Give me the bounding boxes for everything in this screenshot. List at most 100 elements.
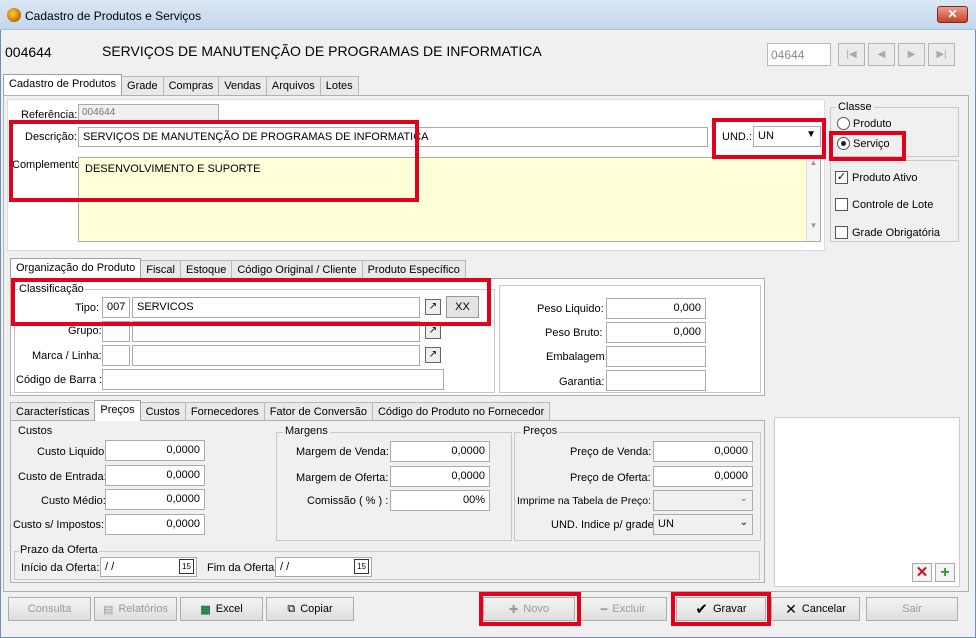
referencia-field[interactable]: 004644 bbox=[78, 104, 219, 121]
excel-button[interactable]: ▦ Excel bbox=[180, 597, 263, 621]
garantia-field[interactable] bbox=[606, 370, 706, 391]
check-icon: ✓ bbox=[835, 171, 848, 184]
tab-fiscal[interactable]: Fiscal bbox=[140, 260, 181, 279]
comissao-field[interactable]: 00% bbox=[390, 490, 490, 511]
produto-ativo-checkbox[interactable]: ✓ Produto Ativo bbox=[835, 171, 917, 184]
highlight-tipo bbox=[11, 278, 491, 326]
excel-icon: ▦ bbox=[200, 603, 211, 616]
relatorios-button[interactable]: ▤ Relatórios bbox=[94, 597, 177, 621]
product-name: SERVIÇOS DE MANUTENÇÃO DE PROGRAMAS DE I… bbox=[102, 43, 542, 59]
produto-radio-label: Produto bbox=[853, 117, 892, 130]
und-indice-label: UND. Indice p/ grade: bbox=[551, 519, 657, 531]
grade-obrigatoria-checkbox[interactable]: Grade Obrigatória bbox=[835, 226, 940, 239]
tab-arquivos[interactable]: Arquivos bbox=[265, 76, 321, 95]
produto-radio-icon bbox=[837, 117, 850, 130]
codigo-barra-label: Código de Barra : bbox=[16, 374, 103, 386]
tab-produto-especifico[interactable]: Produto Específico bbox=[361, 260, 466, 279]
margem-oferta-field[interactable]: 0,0000 bbox=[390, 466, 490, 487]
main-tabs: Cadastro de Produtos Grade Compras Venda… bbox=[3, 74, 359, 95]
product-code: 004644 bbox=[5, 44, 52, 60]
last-record-icon[interactable]: ▶| bbox=[928, 43, 955, 66]
peso-liquido-label: Peso Liquido: bbox=[537, 303, 604, 315]
checkbox-icon bbox=[835, 226, 848, 239]
custo-liquido-field[interactable]: 0,0000 bbox=[105, 440, 205, 461]
tab-custos[interactable]: Custos bbox=[139, 402, 186, 421]
highlight-und bbox=[712, 118, 826, 159]
excluir-button[interactable]: ━ Excluir bbox=[579, 597, 667, 621]
preco-oferta-label: Preço de Oferta: bbox=[570, 472, 651, 484]
highlight-gravar bbox=[671, 592, 771, 626]
inicio-oferta-label: Início da Oferta: bbox=[21, 562, 100, 574]
remove-icon[interactable]: ✕ bbox=[912, 563, 932, 582]
tab-vendas[interactable]: Vendas bbox=[218, 76, 267, 95]
tab-estoque[interactable]: Estoque bbox=[179, 260, 233, 279]
classe-title: Classe bbox=[836, 101, 874, 113]
tab-grade[interactable]: Grade bbox=[121, 76, 164, 95]
und-indice-value: UN bbox=[658, 518, 674, 530]
tab-fator-conversao[interactable]: Fator de Conversão bbox=[263, 402, 373, 421]
preco-venda-field[interactable]: 0,0000 bbox=[653, 441, 753, 462]
calendar-icon[interactable]: 15 bbox=[354, 559, 369, 574]
tab-lotes[interactable]: Lotes bbox=[319, 76, 359, 95]
custo-impostos-field[interactable]: 0,0000 bbox=[105, 514, 205, 535]
copiar-button[interactable]: ⧉ Copiar bbox=[266, 597, 354, 621]
embalagem-label: Embalagem: bbox=[546, 351, 608, 363]
tab-organizacao[interactable]: Organização do Produto bbox=[10, 258, 142, 279]
window-title: Cadastro de Produtos e Serviços bbox=[25, 9, 202, 23]
custo-entrada-field[interactable]: 0,0000 bbox=[105, 465, 205, 486]
calendar-icon[interactable]: 15 bbox=[179, 559, 194, 574]
close-button[interactable]: ✕ bbox=[937, 6, 968, 23]
price-tabs: Características Preços Custos Fornecedor… bbox=[10, 400, 551, 421]
preco-venda-label: Preço de Venda: bbox=[570, 446, 652, 458]
peso-bruto-label: Peso Bruto: bbox=[545, 327, 603, 339]
controle-lote-label: Controle de Lote bbox=[852, 198, 934, 211]
custo-liquido-label: Custo Liquido: bbox=[37, 446, 108, 458]
produto-radio[interactable]: Produto bbox=[837, 117, 892, 130]
record-number-field[interactable]: 04644 bbox=[767, 43, 831, 66]
tab-fornecedores[interactable]: Fornecedores bbox=[184, 402, 265, 421]
und-indice-select[interactable]: UN ⌄ bbox=[653, 514, 753, 535]
marca-name-field[interactable] bbox=[132, 345, 420, 366]
prev-record-icon[interactable]: ◀ bbox=[868, 43, 895, 66]
tab-codigo-fornecedor[interactable]: Código do Produto no Fornecedor bbox=[371, 402, 551, 421]
first-record-icon[interactable]: |◀ bbox=[838, 43, 865, 66]
side-list-panel bbox=[774, 417, 960, 587]
margens-title: Margens bbox=[283, 425, 330, 437]
codigo-barra-field[interactable] bbox=[102, 369, 444, 390]
comissao-label: Comissão ( % ) : bbox=[307, 495, 389, 507]
precos-title: Preços bbox=[521, 425, 560, 437]
open-link-icon[interactable]: ↗ bbox=[425, 347, 441, 363]
marca-code-field[interactable] bbox=[102, 345, 130, 366]
sair-button[interactable]: Sair bbox=[866, 597, 958, 621]
cancelar-button[interactable]: ✕ Cancelar bbox=[771, 597, 860, 621]
peso-bruto-field[interactable]: 0,000 bbox=[606, 322, 706, 343]
minus-icon: ━ bbox=[600, 603, 608, 616]
tab-codigo-original[interactable]: Código Original / Cliente bbox=[231, 260, 363, 279]
controle-lote-checkbox[interactable]: Controle de Lote bbox=[835, 198, 933, 211]
tab-precos[interactable]: Preços bbox=[94, 400, 141, 421]
tab-caracteristicas[interactable]: Características bbox=[10, 402, 96, 421]
next-record-icon[interactable]: ▶ bbox=[898, 43, 925, 66]
margem-venda-field[interactable]: 0,0000 bbox=[390, 441, 490, 462]
custos-title: Custos bbox=[18, 425, 53, 437]
consulta-button[interactable]: Consulta bbox=[8, 597, 91, 621]
excel-label: Excel bbox=[215, 603, 243, 615]
copiar-label: Copiar bbox=[300, 603, 333, 615]
highlight-novo bbox=[479, 592, 581, 626]
complemento-scrollbar[interactable]: ▲ ▼ bbox=[806, 158, 820, 241]
tabela-preco-select[interactable]: ⌄ bbox=[653, 490, 753, 511]
checkbox-icon bbox=[835, 198, 848, 211]
cancelar-label: Cancelar bbox=[801, 603, 846, 615]
grade-obrigatoria-label: Grade Obrigatória bbox=[852, 226, 941, 239]
relatorios-label: Relatórios bbox=[118, 603, 168, 615]
tab-cadastro[interactable]: Cadastro de Produtos bbox=[3, 74, 123, 95]
fim-oferta-value: / / bbox=[280, 561, 290, 573]
grupo-label: Grupo: bbox=[68, 325, 102, 337]
peso-liquido-field[interactable]: 0,000 bbox=[606, 298, 706, 319]
garantia-label: Garantia: bbox=[559, 376, 605, 388]
custo-medio-field[interactable]: 0,0000 bbox=[105, 489, 205, 510]
add-icon[interactable]: + bbox=[935, 563, 955, 582]
embalagem-field[interactable] bbox=[606, 346, 706, 367]
tab-compras[interactable]: Compras bbox=[162, 76, 220, 95]
preco-oferta-field[interactable]: 0,0000 bbox=[653, 466, 753, 487]
